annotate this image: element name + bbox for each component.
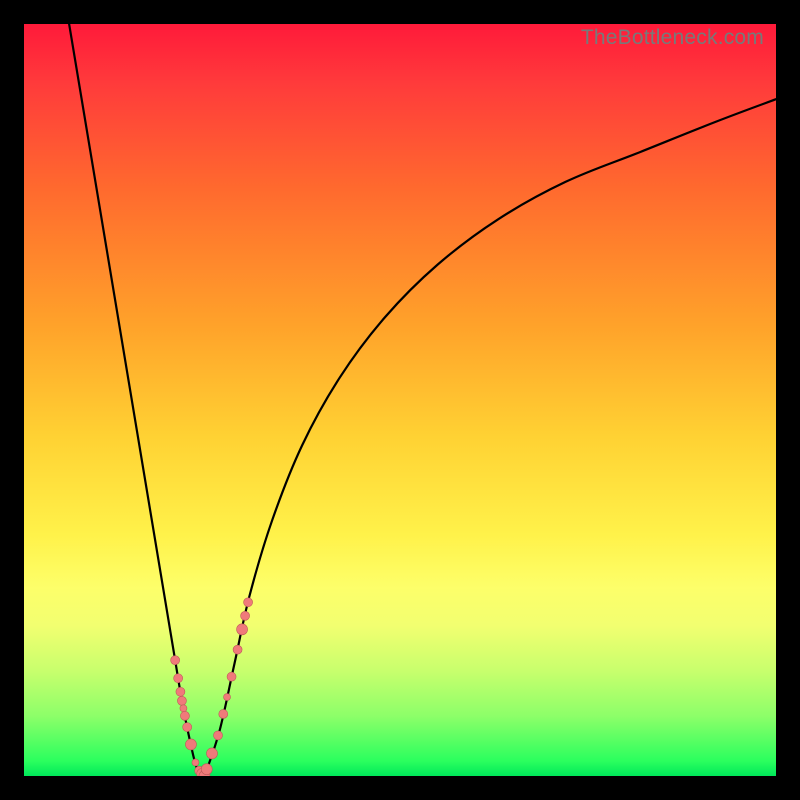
data-markers [171,598,253,776]
data-marker [171,656,180,665]
data-marker [192,759,199,766]
data-marker [180,711,189,720]
right-branch-curve [204,99,776,776]
data-marker [207,748,218,759]
data-marker [219,709,228,718]
data-marker [241,611,250,620]
data-marker [237,624,248,635]
data-marker [201,764,212,775]
chart-plot-area: TheBottleneck.com [24,24,776,776]
data-marker [185,739,196,750]
chart-svg [24,24,776,776]
data-marker [233,645,242,654]
data-marker [214,731,223,740]
data-marker [244,598,253,607]
data-marker [174,674,183,683]
data-marker [177,696,186,705]
data-marker [180,705,187,712]
data-marker [227,672,236,681]
data-marker [183,723,192,732]
left-branch-curve [69,24,204,776]
data-marker [224,694,231,701]
data-marker [176,687,185,696]
